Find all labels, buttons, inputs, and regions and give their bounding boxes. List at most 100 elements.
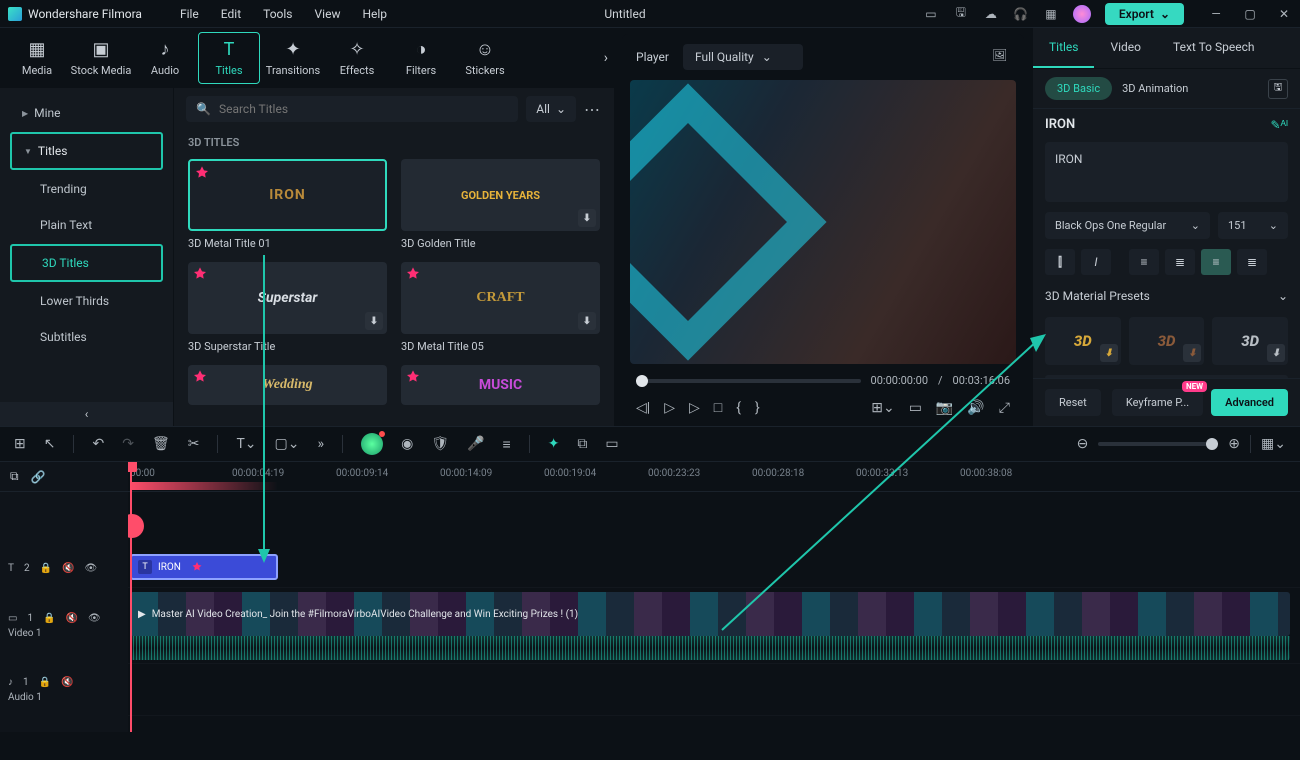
cut-icon[interactable]: ✂ bbox=[188, 436, 200, 452]
search-input[interactable]: 🔍 bbox=[186, 96, 518, 122]
sidebar-collapse[interactable]: ‹ bbox=[0, 402, 173, 426]
apps-icon[interactable]: ▦ bbox=[1043, 6, 1059, 22]
play-icon[interactable]: ▷ bbox=[689, 400, 700, 416]
mute-icon[interactable]: 🔇 bbox=[66, 613, 78, 624]
align-right-button[interactable]: ≡ bbox=[1201, 249, 1231, 275]
inspector-tab-titles[interactable]: Titles bbox=[1033, 28, 1094, 68]
track-head-video[interactable]: ▭1 🔒 🔇 👁 Video 1 bbox=[0, 588, 128, 664]
marker-icon[interactable]: ✦ bbox=[548, 436, 560, 452]
title-card-2[interactable]: Superstar⬇ 3D Superstar Title bbox=[188, 262, 387, 353]
time-ruler[interactable]: 00:00 00:00:04:19 00:00:09:14 00:00:14:0… bbox=[128, 462, 1300, 492]
sidebar-plain-text[interactable]: Plain Text bbox=[10, 208, 163, 242]
ai-assistant-icon[interactable] bbox=[361, 433, 383, 455]
filter-all-dropdown[interactable]: All⌄ bbox=[526, 96, 576, 122]
eye-icon[interactable]: 👁 bbox=[85, 563, 98, 574]
advanced-button[interactable]: Advanced bbox=[1211, 389, 1288, 416]
mark-in-icon[interactable]: { bbox=[736, 400, 741, 416]
display-icon[interactable]: ▭ bbox=[909, 400, 922, 416]
crop-icon[interactable]: ▢⌄ bbox=[275, 436, 300, 452]
mute-icon[interactable]: 🔇 bbox=[62, 563, 74, 574]
track-head-title[interactable]: T2 🔒 🔇 👁 bbox=[0, 548, 128, 588]
more-icon[interactable]: ⋯ bbox=[584, 100, 602, 119]
zoom-slider[interactable] bbox=[1098, 442, 1218, 446]
sidebar-mine[interactable]: ▶Mine bbox=[10, 96, 163, 130]
sidebar-trending[interactable]: Trending bbox=[10, 172, 163, 206]
title-card-5[interactable]: MUSIC bbox=[401, 365, 600, 405]
search-field[interactable] bbox=[219, 102, 508, 116]
copy-icon[interactable]: ⧉ bbox=[577, 436, 587, 452]
preset-gold[interactable]: 3D⬇ bbox=[1045, 317, 1121, 365]
play-loop-icon[interactable]: ▷ bbox=[664, 400, 675, 416]
font-dropdown[interactable]: Black Ops One Regular⌄ bbox=[1045, 212, 1210, 239]
sidebar-subtitles[interactable]: Subtitles bbox=[10, 320, 163, 354]
menu-tools[interactable]: Tools bbox=[263, 7, 292, 21]
tab-stickers[interactable]: ☺Stickers bbox=[454, 32, 516, 84]
tab-filters[interactable]: ◑Filters bbox=[390, 32, 452, 84]
tab-transitions[interactable]: ✦Transitions bbox=[262, 32, 324, 84]
download-icon[interactable]: ⬇ bbox=[578, 312, 596, 330]
timeline-canvas[interactable]: 00:00 00:00:04:19 00:00:09:14 00:00:14:0… bbox=[128, 462, 1300, 732]
zoom-out-icon[interactable]: ⊖ bbox=[1077, 436, 1089, 452]
avatar[interactable] bbox=[1073, 5, 1091, 23]
render-icon[interactable]: ▭ bbox=[605, 436, 618, 452]
link-icon[interactable]: 🔗 bbox=[31, 470, 46, 484]
inspector-tab-tts[interactable]: Text To Speech bbox=[1157, 28, 1270, 68]
align-center-button[interactable]: ≣ bbox=[1165, 249, 1195, 275]
camera-icon[interactable]: 📷 bbox=[936, 400, 953, 416]
bold-button[interactable]: ⫿ bbox=[1045, 249, 1075, 275]
more-tools-icon[interactable]: » bbox=[318, 436, 325, 452]
title-card-1[interactable]: GOLDEN YEARS⬇ 3D Golden Title bbox=[401, 159, 600, 250]
inspector-tab-video[interactable]: Video bbox=[1094, 28, 1157, 68]
lock-icon[interactable]: 🔒 bbox=[40, 563, 52, 574]
subtab-3d-basic[interactable]: 3D Basic bbox=[1045, 77, 1112, 100]
redo-icon[interactable]: ↷ bbox=[122, 436, 134, 452]
stop-icon[interactable]: □ bbox=[714, 399, 722, 416]
tab-media[interactable]: ▦Media bbox=[6, 32, 68, 84]
quality-dropdown[interactable]: Full Quality⌄ bbox=[683, 44, 803, 70]
align-justify-button[interactable]: ≣ bbox=[1237, 249, 1267, 275]
lock-icon[interactable]: 🔒 bbox=[39, 677, 51, 688]
maximize-icon[interactable]: ▢ bbox=[1242, 6, 1258, 22]
headphones-icon[interactable]: 🎧 bbox=[1013, 6, 1029, 22]
menu-view[interactable]: View bbox=[315, 7, 341, 21]
cloud-icon[interactable]: ☁ bbox=[983, 6, 999, 22]
save-preset-icon[interactable]: 🖫 bbox=[1268, 79, 1288, 99]
chevron-down-icon[interactable]: ⌄ bbox=[1278, 289, 1288, 303]
list-icon[interactable]: ≡ bbox=[503, 436, 511, 453]
menu-file[interactable]: File bbox=[180, 7, 199, 21]
tab-effects[interactable]: ✧Effects bbox=[326, 32, 388, 84]
italic-button[interactable]: I bbox=[1081, 249, 1111, 275]
keyframe-button[interactable]: Keyframe P... NEW bbox=[1112, 389, 1203, 416]
download-icon[interactable]: ⬇ bbox=[1100, 344, 1118, 362]
track-head-audio[interactable]: ♪1 🔒 🔇 Audio 1 bbox=[0, 664, 128, 716]
grid-view-icon[interactable]: ▦⌄ bbox=[1261, 436, 1286, 452]
font-size-input[interactable]: 151⌄ bbox=[1218, 212, 1288, 239]
color-icon[interactable]: ◉ bbox=[401, 436, 413, 452]
prev-frame-icon[interactable]: ◁| bbox=[636, 400, 650, 416]
aspect-icon[interactable]: ⊞⌄ bbox=[871, 400, 894, 416]
close-icon[interactable]: ✕ bbox=[1276, 6, 1292, 22]
video-clip[interactable]: ▶ Master AI Video Creation_ Join the #Fi… bbox=[130, 592, 1290, 636]
scrub-bar[interactable] bbox=[636, 379, 861, 383]
tab-stock-media[interactable]: ▣Stock Media bbox=[70, 32, 132, 84]
layout-icon[interactable]: ⊞ bbox=[14, 436, 26, 452]
title-card-3[interactable]: CRAFT⬇ 3D Metal Title 05 bbox=[401, 262, 600, 353]
preset-silver[interactable]: 3D⬇ bbox=[1212, 317, 1288, 365]
reset-button[interactable]: Reset bbox=[1045, 389, 1101, 416]
fullscreen-icon[interactable]: ⤢ bbox=[999, 400, 1010, 416]
download-icon[interactable]: ⬇ bbox=[1267, 344, 1285, 362]
mark-out-icon[interactable]: } bbox=[755, 400, 760, 416]
audio-track-lane[interactable] bbox=[128, 664, 1300, 716]
title-card-0[interactable]: IRON 3D Metal Title 01 bbox=[188, 159, 387, 250]
download-icon[interactable]: ⬇ bbox=[578, 209, 596, 227]
download-icon[interactable]: ⬇ bbox=[1183, 344, 1201, 362]
preset-bronze[interactable]: 3D⬇ bbox=[1129, 317, 1205, 365]
snapshot-icon[interactable]: 🖼 bbox=[992, 48, 1010, 66]
track-options-icon[interactable]: ⧉ bbox=[10, 469, 19, 484]
select-tool-icon[interactable]: ↖ bbox=[44, 436, 56, 452]
sidebar-3d-titles[interactable]: 3D Titles bbox=[10, 244, 163, 282]
title-card-4[interactable]: Wedding bbox=[188, 365, 387, 405]
lock-icon[interactable]: 🔒 bbox=[43, 613, 55, 624]
title-clip[interactable]: T IRON bbox=[130, 554, 278, 580]
subtab-3d-animation[interactable]: 3D Animation bbox=[1122, 82, 1188, 95]
